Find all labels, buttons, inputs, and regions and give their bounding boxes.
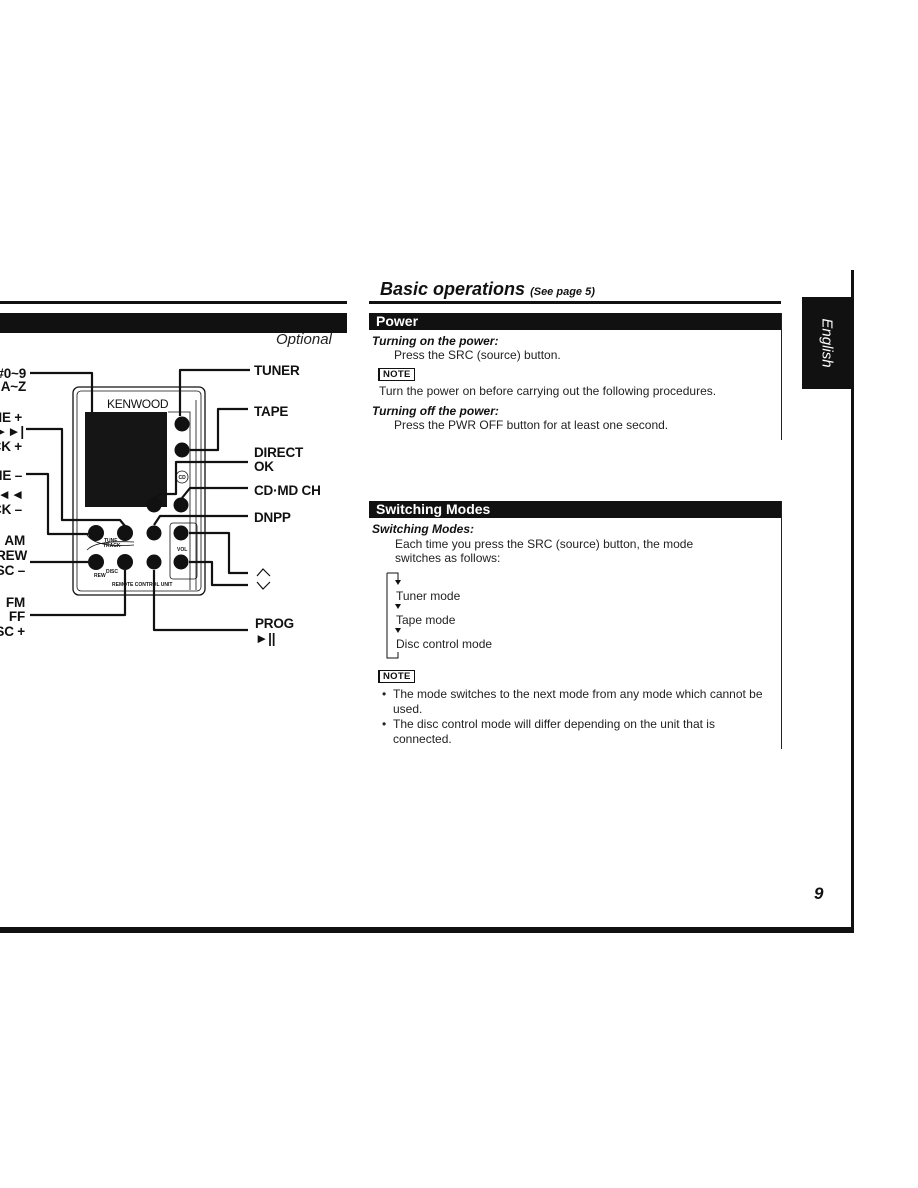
section-heading-switching-modes: Switching Modes	[369, 501, 781, 518]
vol-down-button	[173, 554, 189, 570]
subhead-turning-off: Turning off the power:	[372, 404, 499, 418]
vol-up-button	[173, 525, 189, 541]
callout-tape: TAPE	[254, 404, 288, 419]
callout-prog: PROG	[255, 616, 294, 631]
callout-direct-ok: DIRECT	[254, 445, 304, 460]
svg-text:DISC: DISC	[106, 569, 118, 575]
modes-section-border	[781, 501, 782, 749]
note-badge: NOTE	[378, 670, 415, 683]
left-callouts: #0~9 A~Z TUNE + ►►| TRACK + TUNE – |◄◄ T…	[0, 366, 28, 639]
svg-text:TRACK +: TRACK +	[0, 439, 22, 454]
note-item: The mode switches to the next mode from …	[382, 687, 772, 717]
language-tab: English	[802, 297, 852, 389]
svg-text:OK: OK	[254, 459, 274, 474]
title-rule	[369, 301, 781, 304]
power-section-border	[781, 313, 782, 440]
bottom-rule	[0, 927, 854, 933]
right-callouts: TUNER TAPE DIRECT OK CD·MD CH DNPP PROG …	[254, 363, 321, 646]
disc-plus-button	[117, 554, 133, 570]
remote-control-diagram: KENWOOD CD VOL TUNE TRACK REW DISC REMOT…	[0, 363, 321, 646]
note-item: The disc control mode will differ depend…	[382, 717, 772, 747]
prog-play-button	[146, 554, 162, 570]
optional-label: Optional	[276, 331, 332, 348]
text-turning-on: Press the SRC (source) button.	[394, 348, 561, 362]
page-number: 9	[814, 884, 824, 903]
svg-text:DISC +: DISC +	[0, 624, 25, 639]
callout-cd-md-ch: CD·MD CH	[254, 483, 321, 498]
note-list: The mode switches to the next mode from …	[382, 687, 772, 747]
svg-text:►►|: ►►|	[0, 424, 24, 439]
remote-brand: KENWOOD	[107, 397, 169, 411]
svg-text:|◄◄: |◄◄	[0, 487, 24, 502]
svg-text:A~Z: A~Z	[1, 379, 26, 394]
tuner-button	[174, 416, 190, 432]
svg-text:DISC –: DISC –	[0, 563, 26, 578]
left-section-bar	[0, 313, 347, 333]
text-switching-line2: switches as follows:	[395, 551, 501, 565]
tune-plus-button	[117, 525, 133, 541]
section-heading-power: Power	[369, 313, 781, 330]
page-reference: (See page 5)	[530, 286, 595, 298]
direct-ok-button	[146, 497, 162, 513]
arrow-down-icon	[395, 628, 401, 633]
callout-tune-minus: TUNE –	[0, 468, 23, 483]
cd-md-ch-button	[173, 497, 189, 513]
tune-minus-button	[88, 525, 104, 541]
callout-tuner: TUNER	[254, 363, 300, 378]
svg-text:TRACK –: TRACK –	[0, 502, 23, 517]
arrow-down-icon	[395, 580, 401, 585]
callout-dnpp: DNPP	[254, 510, 291, 525]
dnpp-button	[146, 525, 162, 541]
note-badge: NOTE	[378, 368, 415, 381]
svg-text:CD: CD	[179, 475, 187, 481]
svg-text:VOL: VOL	[177, 547, 187, 553]
callout-fm-ff: FM	[6, 595, 25, 610]
svg-text:REW: REW	[94, 573, 106, 579]
page-title: Basic operations (See page 5)	[380, 279, 595, 299]
subhead-turning-on: Turning on the power:	[372, 334, 499, 348]
svg-text:REMOTE CONTROL UNIT: REMOTE CONTROL UNIT	[112, 582, 172, 588]
svg-text:REW: REW	[0, 548, 27, 563]
text-turning-off: Press the PWR OFF button for at least on…	[394, 418, 669, 432]
disc-minus-button	[88, 554, 104, 570]
mode-tape: Tape mode	[396, 613, 456, 627]
mode-disc-control: Disc control mode	[396, 637, 493, 651]
subhead-switching-modes: Switching Modes:	[372, 522, 474, 536]
tape-button	[174, 442, 190, 458]
remote-display	[85, 412, 167, 507]
up-chevron-icon	[256, 568, 271, 577]
callout-tune-plus: TUNE +	[0, 410, 22, 425]
svg-text:FF: FF	[9, 609, 25, 624]
text-switching-line1: Each time you press the SRC (source) but…	[395, 537, 694, 551]
mode-tuner: Tuner mode	[396, 589, 461, 603]
callout-am-rew: AM	[4, 533, 25, 548]
down-chevron-icon	[256, 581, 271, 590]
svg-text:TRACK: TRACK	[103, 543, 121, 549]
callout-play-pause: ►||	[255, 631, 275, 646]
arrow-down-icon	[395, 604, 401, 609]
note-text-power: Turn the power on before carrying out th…	[379, 384, 717, 398]
left-header-rule	[0, 301, 347, 304]
